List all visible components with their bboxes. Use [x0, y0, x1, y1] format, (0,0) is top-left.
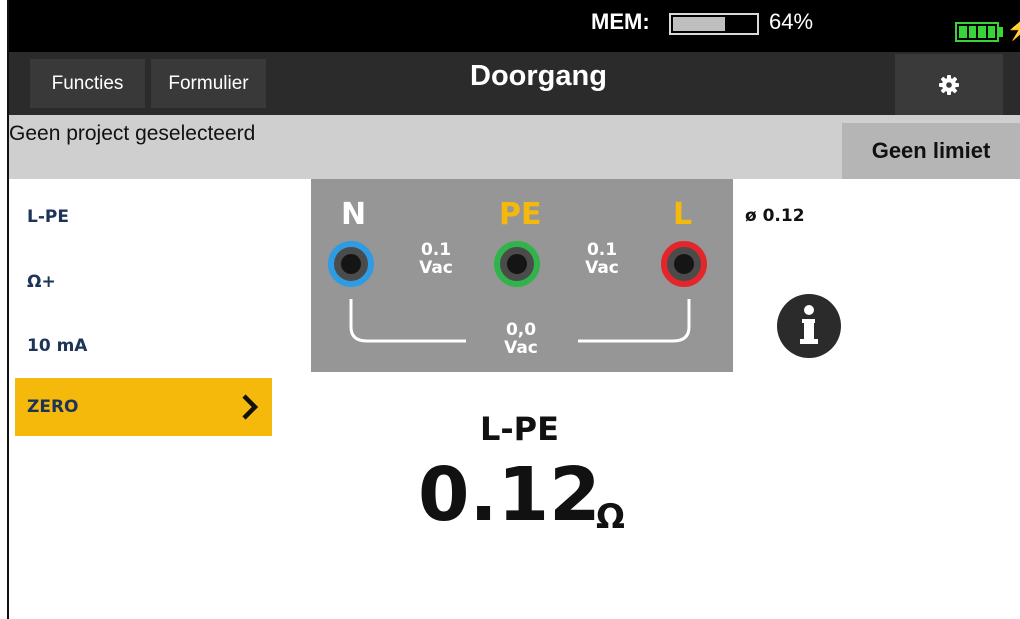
result-value: 0.12	[418, 452, 601, 538]
memory-bar-fill	[673, 17, 726, 31]
result-label: L-PE	[480, 410, 559, 448]
average-reading: ø 0.12	[745, 206, 805, 226]
battery-terminal	[999, 27, 1003, 37]
status-bar: MEM: 64%	[9, 0, 1020, 52]
top-nav-bar: Functies Formulier Doorgang	[9, 52, 1020, 115]
side-item-current[interactable]: 10 mA	[27, 336, 87, 356]
memory-label: MEM:	[591, 9, 650, 34]
form-button[interactable]: Formulier	[151, 59, 266, 108]
functions-button[interactable]: Functies	[30, 59, 145, 108]
zero-label: ZERO	[27, 397, 79, 417]
settings-button[interactable]	[895, 54, 1003, 115]
reading-n-l: 0,0 Vac	[504, 320, 538, 358]
project-status[interactable]: Geen project geselecteerd	[9, 122, 255, 146]
connection-diagram: N PE L 0.1 Vac 0.1 Vac 0,0 Vac	[311, 179, 733, 372]
zero-button[interactable]: ZERO	[15, 378, 272, 436]
memory-percent: 64%	[769, 9, 814, 34]
screen-frame	[0, 0, 9, 619]
info-icon[interactable]	[776, 293, 842, 359]
project-bar: Geen project geselecteerd Geen limiet	[9, 115, 1020, 179]
lightning-icon: ⚡	[1006, 16, 1020, 41]
side-item-lpe[interactable]: L-PE	[27, 207, 69, 227]
gear-icon	[939, 75, 959, 95]
side-item-ohm-plus[interactable]: Ω+	[27, 272, 56, 292]
chevron-right-icon	[242, 394, 259, 420]
result-unit: Ω	[596, 497, 625, 537]
battery-icon	[955, 22, 999, 42]
limit-button[interactable]: Geen limiet	[842, 123, 1020, 179]
page-title: Doorgang	[470, 60, 607, 92]
memory-bar	[669, 13, 759, 35]
